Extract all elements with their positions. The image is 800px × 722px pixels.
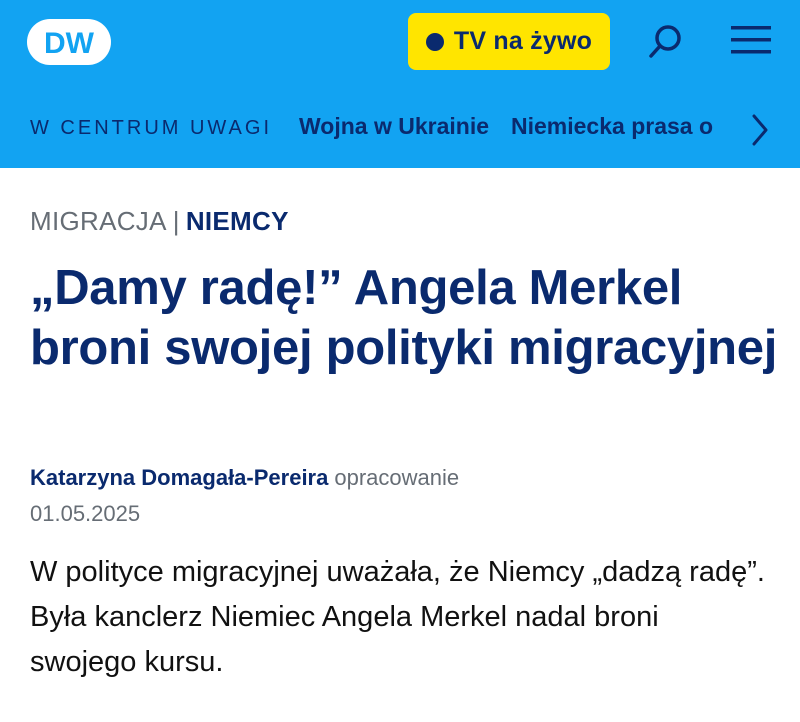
article-lead: W polityce migracyjnej uważała, że Niemc…	[30, 556, 765, 678]
live-dot-icon	[425, 32, 444, 51]
article-headline: „Damy radę!” Angela Merkel broni swojej …	[30, 261, 778, 375]
spotlight-link-press[interactable]: Niemiecka prasa o	[511, 113, 713, 140]
breadcrumb-separator: |	[172, 206, 180, 236]
chevron-right-icon[interactable]	[748, 110, 772, 150]
logo-text: DW	[44, 27, 95, 60]
byline: Katarzyna Domagała-Pereira opracowanie	[30, 465, 459, 491]
author-link[interactable]: Katarzyna Domagała-Pereira	[30, 465, 328, 490]
dw-logo[interactable]: DW	[26, 18, 112, 66]
breadcrumb: MIGRACJA | NIEMCY	[30, 206, 289, 237]
publish-date: 01.05.2025	[30, 501, 141, 526]
breadcrumb-category[interactable]: MIGRACJA	[30, 206, 167, 236]
author-role: opracowanie	[334, 465, 460, 490]
spotlight-link-ukraine[interactable]: Wojna w Ukrainie	[299, 113, 489, 140]
hamburger-menu-icon[interactable]	[729, 20, 773, 60]
live-tv-label: TV na żywo	[453, 27, 593, 55]
site-header: DW TV na żywo W CENTRUM UWAGI Wojna w Uk…	[0, 0, 800, 168]
spotlight-label: W CENTRUM UWAGI	[30, 117, 273, 139]
search-icon[interactable]	[646, 22, 686, 62]
breadcrumb-subcategory[interactable]: NIEMCY	[186, 206, 289, 236]
spotlight-bar: W CENTRUM UWAGI Wojna w Ukrainie Niemiec…	[0, 100, 800, 154]
live-tv-button[interactable]: TV na żywo	[408, 13, 610, 70]
